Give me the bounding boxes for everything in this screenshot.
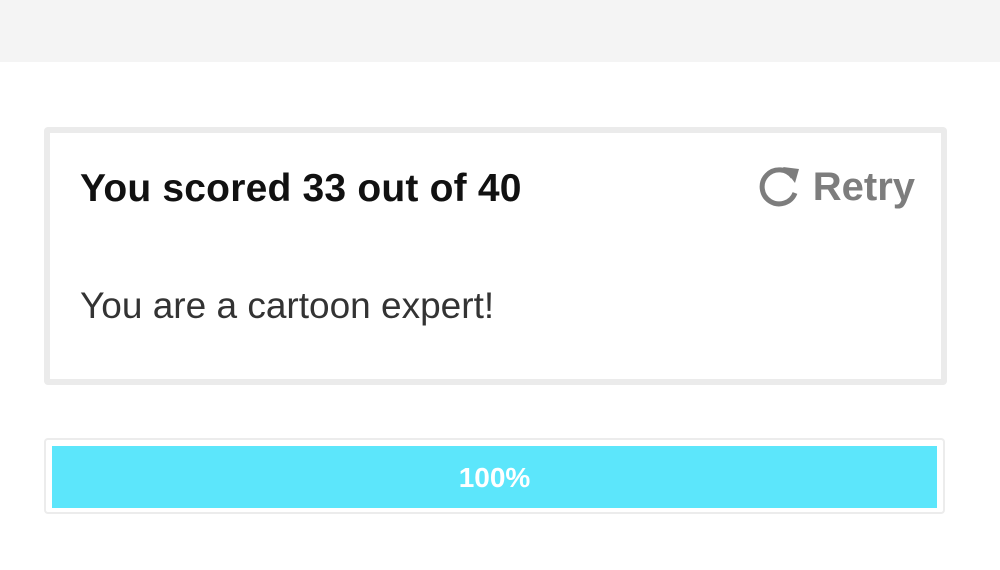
progress-label: 100% bbox=[458, 462, 531, 493]
retry-button[interactable]: Retry bbox=[755, 163, 915, 211]
refresh-icon bbox=[755, 163, 803, 211]
result-message: You are a cartoon expert! bbox=[80, 285, 495, 326]
progress-bar: 100% bbox=[44, 438, 945, 514]
result-card: You scored 33 out of 40 Retry You are a … bbox=[44, 127, 947, 385]
score-title: You scored 33 out of 40 bbox=[80, 167, 522, 210]
top-bar bbox=[0, 0, 1000, 62]
retry-label: Retry bbox=[812, 164, 915, 209]
